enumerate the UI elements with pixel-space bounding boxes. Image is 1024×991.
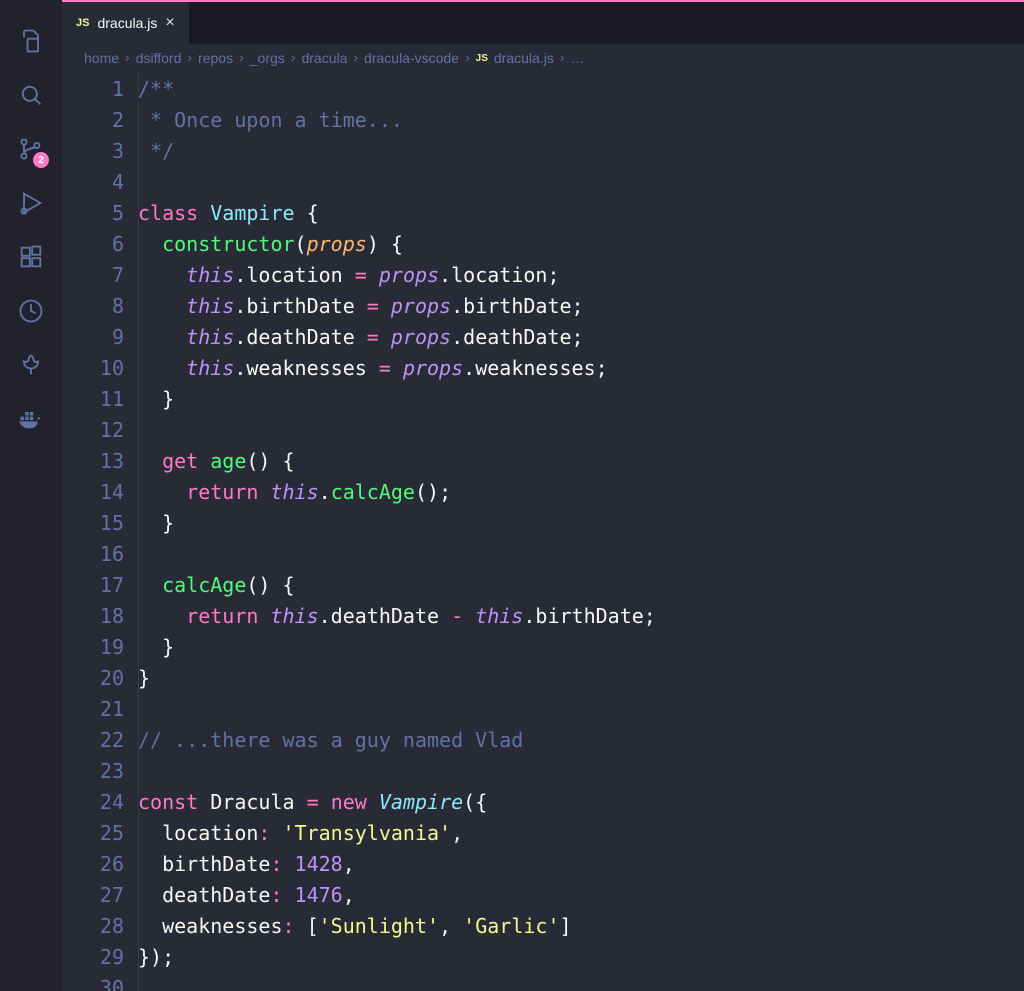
code-line[interactable]: this.location = props.location; <box>138 260 1024 291</box>
code-line[interactable]: location: 'Transylvania', <box>138 818 1024 849</box>
line-number: 14 <box>62 477 124 508</box>
line-number: 12 <box>62 415 124 446</box>
breadcrumb-item[interactable]: repos <box>198 50 233 66</box>
line-number: 30 <box>62 973 124 991</box>
code-line[interactable]: } <box>138 663 1024 694</box>
code-line[interactable] <box>138 694 1024 725</box>
line-number: 25 <box>62 818 124 849</box>
chevron-right-icon: › <box>239 49 244 65</box>
line-number-gutter: 1234567891011121314151617181920212223242… <box>62 72 138 991</box>
line-number: 10 <box>62 353 124 384</box>
tab-dracula-js[interactable]: JS dracula.js × <box>62 2 189 44</box>
breadcrumb-item[interactable]: dsifford <box>136 50 182 66</box>
code-line[interactable] <box>138 756 1024 787</box>
chevron-right-icon: › <box>291 49 296 65</box>
line-number: 2 <box>62 105 124 136</box>
line-number: 27 <box>62 880 124 911</box>
run-debug-icon[interactable] <box>0 176 62 230</box>
breadcrumb[interactable]: home › dsifford › repos › _orgs › dracula › dracul… <box>62 44 1024 72</box>
chevron-right-icon: › <box>353 49 358 65</box>
line-number: 21 <box>62 694 124 725</box>
line-number: 4 <box>62 167 124 198</box>
code-line[interactable] <box>138 415 1024 446</box>
extensions-icon[interactable] <box>0 230 62 284</box>
source-control-icon[interactable]: 2 <box>0 122 62 176</box>
line-number: 1 <box>62 74 124 105</box>
scm-badge: 2 <box>33 152 49 168</box>
line-number: 26 <box>62 849 124 880</box>
line-number: 8 <box>62 291 124 322</box>
activity-bar: 2 <box>0 0 62 991</box>
tree-icon[interactable] <box>0 338 62 392</box>
line-number: 13 <box>62 446 124 477</box>
line-number: 19 <box>62 632 124 663</box>
tab-bar: JS dracula.js × <box>62 0 1024 44</box>
docker-icon[interactable] <box>0 392 62 446</box>
explorer-icon[interactable] <box>0 14 62 68</box>
line-number: 9 <box>62 322 124 353</box>
chevron-right-icon: › <box>187 49 192 65</box>
line-number: 28 <box>62 911 124 942</box>
line-number: 23 <box>62 756 124 787</box>
close-icon[interactable]: × <box>165 14 174 32</box>
code-line[interactable]: const Dracula = new Vampire({ <box>138 787 1024 818</box>
breadcrumb-item[interactable]: _orgs <box>250 50 285 66</box>
line-number: 7 <box>62 260 124 291</box>
code-line[interactable]: } <box>138 508 1024 539</box>
code-line[interactable]: */ <box>138 136 1024 167</box>
line-number: 18 <box>62 601 124 632</box>
breadcrumb-item[interactable]: dracula <box>301 50 347 66</box>
indent-guide <box>138 72 139 991</box>
line-number: 15 <box>62 508 124 539</box>
code-line[interactable] <box>138 539 1024 570</box>
breadcrumb-more[interactable]: … <box>570 50 584 66</box>
code-line[interactable]: weaknesses: ['Sunlight', 'Garlic'] <box>138 911 1024 942</box>
breadcrumb-item[interactable]: dracula-vscode <box>364 50 459 66</box>
breadcrumb-item[interactable]: home <box>84 50 119 66</box>
code-line[interactable]: birthDate: 1428, <box>138 849 1024 880</box>
line-number: 3 <box>62 136 124 167</box>
code-line[interactable] <box>138 973 1024 991</box>
chevron-right-icon: › <box>465 49 470 65</box>
code-line[interactable]: } <box>138 632 1024 663</box>
code-line[interactable]: /** <box>138 74 1024 105</box>
code-line[interactable]: this.weaknesses = props.weaknesses; <box>138 353 1024 384</box>
code-line[interactable]: return this.deathDate - this.birthDate; <box>138 601 1024 632</box>
code-line[interactable]: * Once upon a time... <box>138 105 1024 136</box>
tab-filename: dracula.js <box>97 15 157 31</box>
code-line[interactable]: get age() { <box>138 446 1024 477</box>
line-number: 17 <box>62 570 124 601</box>
line-number: 6 <box>62 229 124 260</box>
code-line[interactable]: constructor(props) { <box>138 229 1024 260</box>
code-line[interactable]: class Vampire { <box>138 198 1024 229</box>
code-line[interactable]: deathDate: 1476, <box>138 880 1024 911</box>
line-number: 5 <box>62 198 124 229</box>
code-lines[interactable]: /** * Once upon a time... */ class Vampi… <box>138 72 1024 991</box>
code-editor[interactable]: 1234567891011121314151617181920212223242… <box>62 72 1024 991</box>
line-number: 29 <box>62 942 124 973</box>
git-graph-icon[interactable] <box>0 284 62 338</box>
code-line[interactable]: }); <box>138 942 1024 973</box>
chevron-right-icon: › <box>125 49 130 65</box>
code-line[interactable]: return this.calcAge(); <box>138 477 1024 508</box>
code-line[interactable]: calcAge() { <box>138 570 1024 601</box>
breadcrumb-file[interactable]: dracula.js <box>494 50 554 66</box>
line-number: 16 <box>62 539 124 570</box>
line-number: 22 <box>62 725 124 756</box>
line-number: 20 <box>62 663 124 694</box>
line-number: 24 <box>62 787 124 818</box>
js-file-icon: JS <box>476 53 488 64</box>
chevron-right-icon: › <box>560 49 565 65</box>
js-file-icon: JS <box>76 17 89 29</box>
code-line[interactable]: this.birthDate = props.birthDate; <box>138 291 1024 322</box>
editor-column: JS dracula.js × home › dsifford › repos › _org… <box>62 0 1024 991</box>
search-icon[interactable] <box>0 68 62 122</box>
code-line[interactable]: } <box>138 384 1024 415</box>
code-line[interactable]: // ...there was a guy named Vlad <box>138 725 1024 756</box>
code-line[interactable]: this.deathDate = props.deathDate; <box>138 322 1024 353</box>
line-number: 11 <box>62 384 124 415</box>
code-line[interactable] <box>138 167 1024 198</box>
